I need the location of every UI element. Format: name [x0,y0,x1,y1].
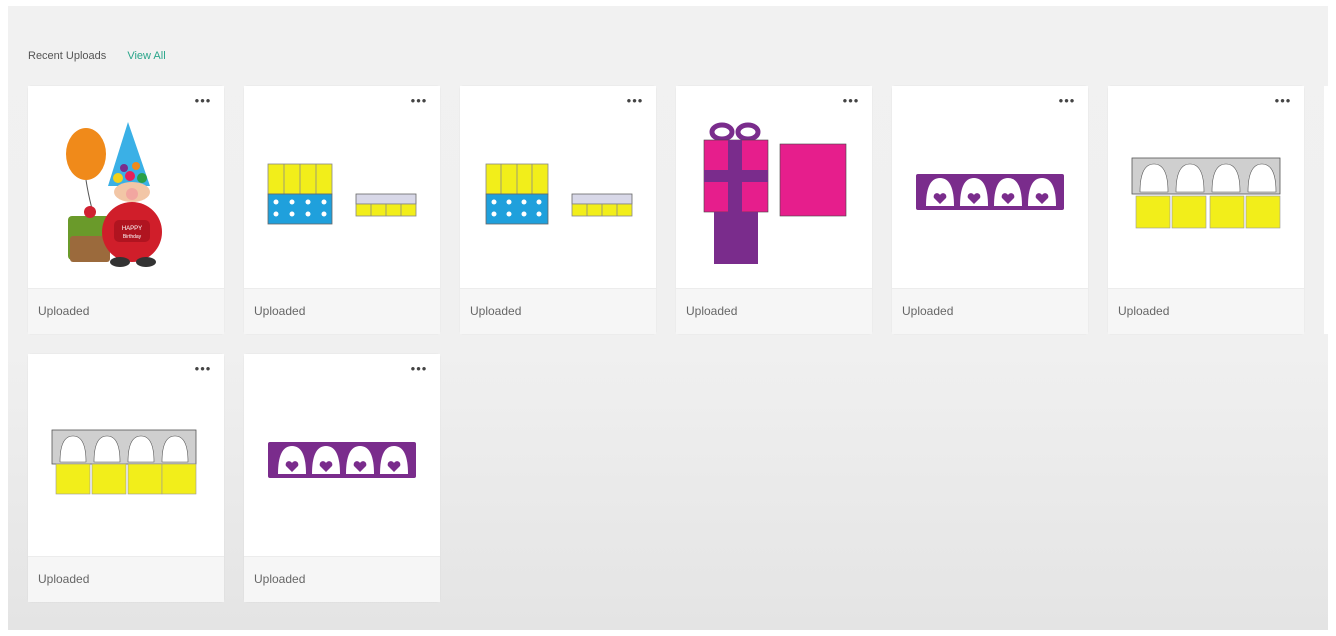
more-options-button[interactable]: ••• [1272,94,1294,108]
svg-text:Birthday: Birthday [123,234,142,240]
yellow-blue-box-pieces-image [267,163,417,225]
upload-status: Uploaded [686,304,738,318]
upload-status: Uploaded [1118,304,1170,318]
more-options-button[interactable]: ••• [1056,94,1078,108]
upload-thumbnail[interactable]: ••• [244,86,440,288]
pink-purple-gift-box-image [703,122,847,264]
card-footer: Uploaded [244,556,440,602]
recent-uploads-panel: Recent Uploads View All HAPPY Birthday •… [8,6,1328,630]
upload-thumbnail[interactable]: ••• [1108,86,1304,288]
upload-thumbnail[interactable]: ••• [892,86,1088,288]
upload-card[interactable]: ••• Uploaded [244,86,440,334]
upload-thumbnail[interactable]: ••• [244,354,440,556]
more-options-button[interactable]: ••• [408,362,430,376]
upload-status: Uploaded [470,304,522,318]
upload-status: Uploaded [38,572,90,586]
upload-card[interactable]: ••• Uploaded [1108,86,1304,334]
card-footer: Uploaded [460,288,656,334]
section-header: Recent Uploads View All [28,50,166,62]
view-all-link[interactable]: View All [127,50,165,62]
more-options-button[interactable]: ••• [840,94,862,108]
card-footer: Uploaded [676,288,872,334]
card-footer: Uploaded [1108,288,1304,334]
section-title: Recent Uploads [28,50,107,62]
purple-gnome-strip-image [916,174,1064,210]
upload-card[interactable]: ••• Uploaded [244,354,440,602]
upload-card[interactable]: ••• Uploaded [892,86,1088,334]
gray-yellow-gnome-box-image [1131,157,1281,229]
upload-status: Uploaded [38,304,90,318]
gnome-with-balloon-image: HAPPY Birthday [66,122,162,267]
upload-card[interactable]: ••• Uploaded [28,354,224,602]
more-options-button[interactable]: ••• [624,94,646,108]
gray-yellow-gnome-box-image [51,429,197,495]
more-options-button[interactable]: ••• [408,94,430,108]
purple-gnome-strip-image [268,442,416,478]
upload-thumbnail[interactable]: HAPPY Birthday ••• [28,86,224,288]
upload-status: Uploaded [254,572,306,586]
card-footer: Uploaded [244,288,440,334]
card-footer: Uploaded [28,556,224,602]
upload-thumbnail[interactable]: ••• [28,354,224,556]
upload-status: Uploaded [254,304,306,318]
more-options-button[interactable]: ••• [192,362,214,376]
upload-thumbnail[interactable]: ••• [460,86,656,288]
yellow-blue-box-pieces-image [485,163,633,225]
upload-status: Uploaded [902,304,954,318]
upload-card[interactable]: ••• Uploaded [676,86,872,334]
next-card-edge [1324,86,1328,334]
upload-thumbnail[interactable]: ••• [676,86,872,288]
upload-card[interactable]: ••• Uploaded [460,86,656,334]
more-options-button[interactable]: ••• [192,94,214,108]
svg-text:HAPPY: HAPPY [122,226,142,232]
upload-card[interactable]: HAPPY Birthday ••• Uploaded [28,86,224,334]
card-footer: Uploaded [28,288,224,334]
card-footer: Uploaded [892,288,1088,334]
